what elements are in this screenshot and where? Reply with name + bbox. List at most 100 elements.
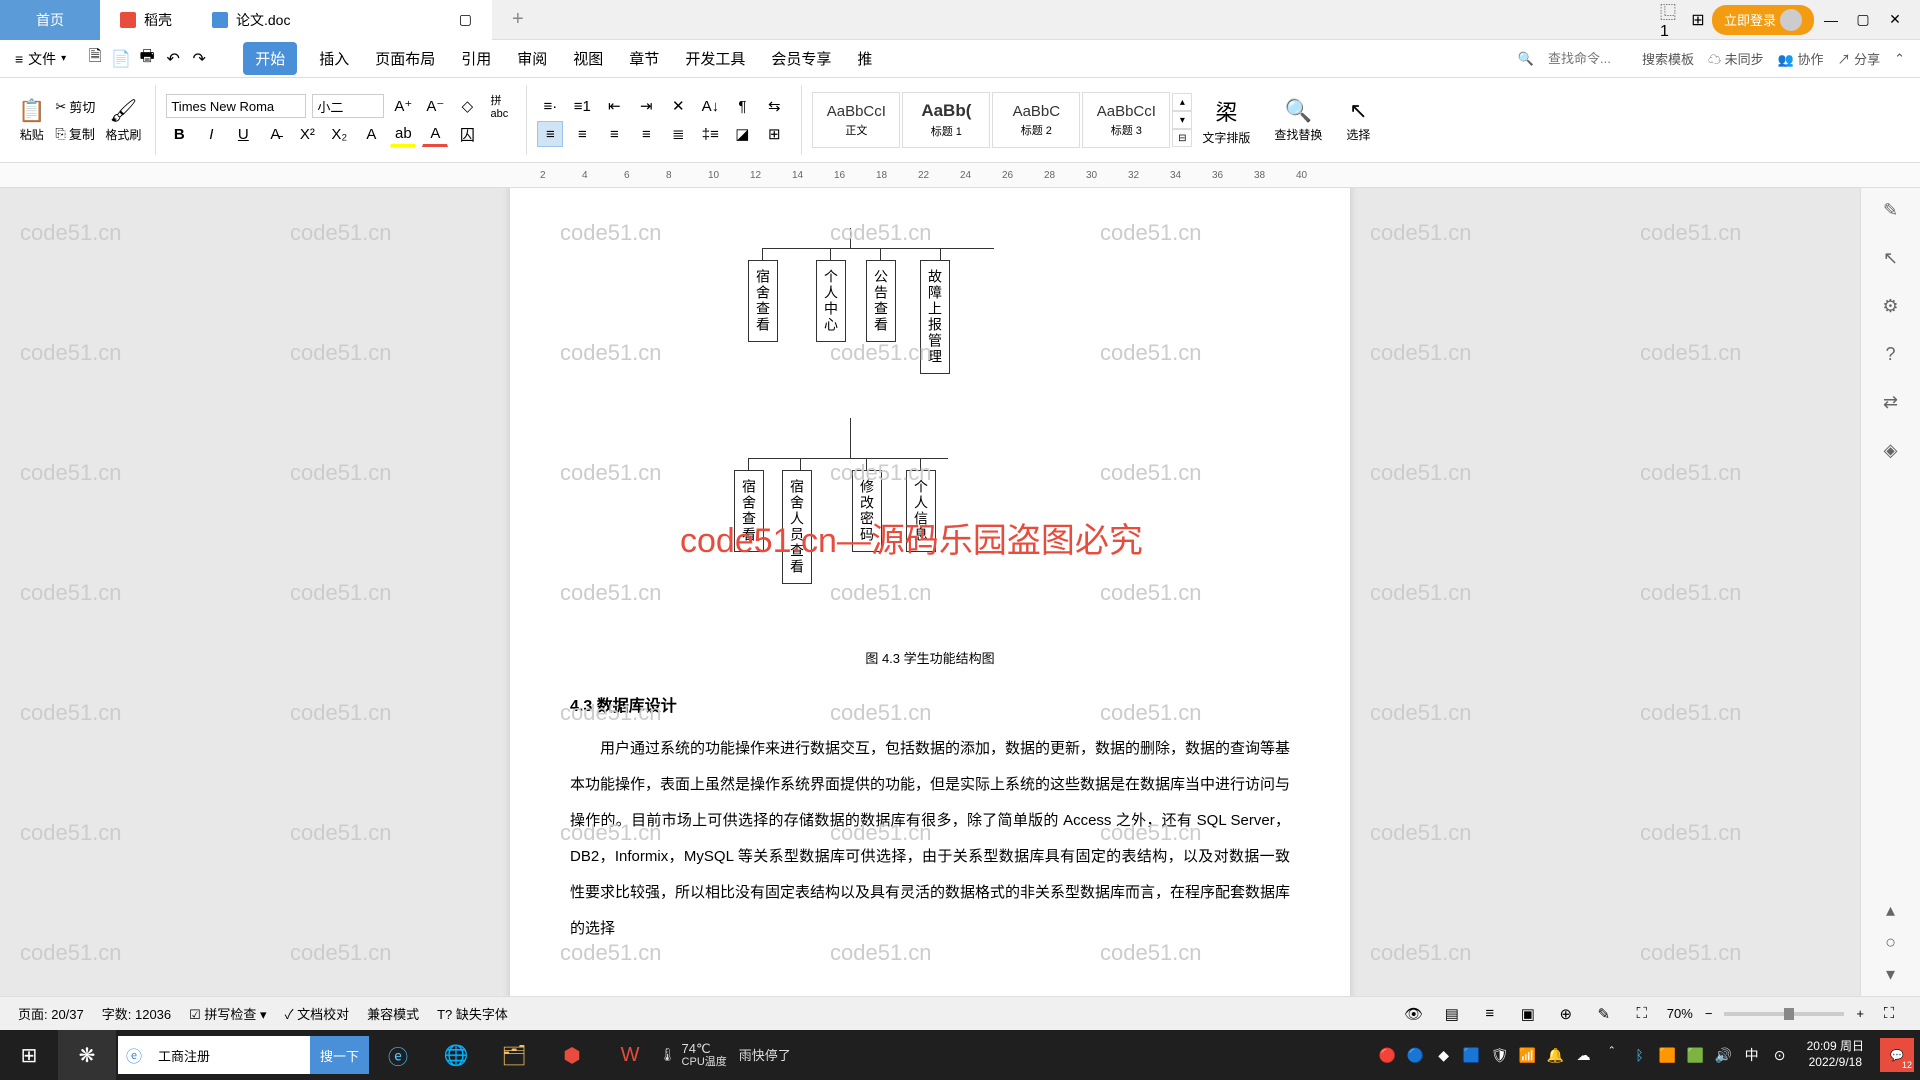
tray-bell-icon[interactable]: 🔔 [1545, 1047, 1567, 1064]
shading-button[interactable]: ◪ [729, 121, 755, 147]
scroll-page-icon[interactable]: ○ [1877, 928, 1905, 956]
view-page-icon[interactable]: ▤ [1439, 1001, 1465, 1027]
tab-more[interactable]: 推 [853, 42, 876, 75]
app-icon[interactable]: ⬢ [543, 1030, 601, 1080]
copy-button[interactable]: ⎘ 复制 [51, 122, 99, 145]
taskbar-search[interactable]: ⓔ 搜一下 [118, 1036, 369, 1074]
tray-icon[interactable]: ◆ [1433, 1047, 1455, 1064]
settings-icon[interactable]: ⚙ [1877, 292, 1905, 320]
view-read-icon[interactable]: ▣ [1515, 1001, 1541, 1027]
bullets-button[interactable]: ≡· [537, 93, 563, 119]
increase-font-icon[interactable]: A⁺ [390, 93, 416, 119]
spellcheck-toggle[interactable]: ☑ 拼写检查 ▾ [189, 1004, 266, 1023]
pen-icon[interactable]: ✎ [1877, 196, 1905, 224]
chrome-icon[interactable]: 🌐 [427, 1030, 485, 1080]
text-layout-button[interactable]: 鿄文字排版 [1202, 95, 1250, 146]
style-normal[interactable]: AaBbCcI正文 [812, 92, 900, 148]
sync-status[interactable]: ☁ 未同步 [1708, 49, 1764, 68]
word-count[interactable]: 字数: 12036 [102, 1004, 171, 1023]
tab-detach-icon[interactable]: ▢ [459, 11, 472, 28]
styles-gallery[interactable]: AaBbCcI正文 AaBb(标题 1 AaBbC标题 2 AaBbCcI标题 … [812, 92, 1192, 148]
tray-shield-icon[interactable]: 🛡 [1489, 1047, 1511, 1064]
document-area[interactable]: 宿舍查看 个人中心 公告查看 故障上报管理 宿舍查看 宿舍人员查看 修改密码 个… [0, 188, 1860, 1030]
tab-member[interactable]: 会员专享 [767, 42, 835, 75]
ruler[interactable]: 2468101214161822242628303234363840 [0, 163, 1920, 188]
tag-icon[interactable]: ◈ [1877, 436, 1905, 464]
tab-references[interactable]: 引用 [457, 42, 495, 75]
tray-icon[interactable]: 🟩 [1685, 1047, 1707, 1064]
superscript-button[interactable]: X² [294, 121, 320, 147]
save-icon[interactable]: 🗎 [83, 47, 107, 71]
undo-icon[interactable]: ↶ [161, 47, 185, 71]
tray-bluetooth-icon[interactable]: ᛒ [1629, 1047, 1651, 1063]
login-button[interactable]: 立即登录 [1712, 5, 1814, 35]
tab-start[interactable]: 开始 [243, 42, 297, 75]
format-painter-button[interactable]: 🖌格式刷 [105, 98, 141, 143]
copilot-icon[interactable]: ❋ [58, 1030, 116, 1080]
redo-icon[interactable]: ↷ [187, 47, 211, 71]
font-color-button[interactable]: A [422, 121, 448, 147]
clear-format-icon[interactable]: ◇ [454, 93, 480, 119]
wps-icon[interactable]: W [601, 1030, 659, 1080]
style-nav[interactable]: ▴▾⊟ [1172, 93, 1192, 147]
taskbar-search-button[interactable]: 搜一下 [310, 1036, 369, 1074]
line-spacing-button[interactable]: ‡≡ [697, 121, 723, 147]
tray-icon[interactable]: 🟦 [1461, 1047, 1483, 1064]
tab-new[interactable]: + [492, 0, 544, 40]
tray-ime-icon[interactable]: 中 [1741, 1045, 1763, 1065]
edge-icon[interactable]: ⓔ [369, 1030, 427, 1080]
tab-devtools[interactable]: 开发工具 [681, 42, 749, 75]
asian-layout-button[interactable]: ✕ [665, 93, 691, 119]
tab-insert[interactable]: 插入 [315, 42, 353, 75]
view-web-icon[interactable]: ⊕ [1553, 1001, 1579, 1027]
strike-button[interactable]: A̵ [262, 121, 288, 147]
coop-button[interactable]: 👥 协作 [1778, 49, 1824, 68]
tray-icon[interactable]: 🔴 [1377, 1047, 1399, 1064]
eye-icon[interactable]: 👁 [1401, 1001, 1427, 1027]
taskbar-weather[interactable]: 🌡 74℃ CPU温度 雨快停了 [659, 1042, 791, 1068]
tray-cloud-icon[interactable]: ☁ [1573, 1047, 1595, 1064]
tab-chapter[interactable]: 章节 [625, 42, 663, 75]
borders-button[interactable]: ⊞ [761, 121, 787, 147]
numbering-button[interactable]: ≡1 [569, 93, 595, 119]
distribute-button[interactable]: ≣ [665, 121, 691, 147]
explorer-icon[interactable]: 🗂 [485, 1030, 543, 1080]
search-command-input[interactable] [1548, 51, 1628, 66]
print-preview-icon[interactable]: 📄 [109, 47, 133, 71]
decrease-font-icon[interactable]: A⁻ [422, 93, 448, 119]
bold-button[interactable]: B [166, 121, 192, 147]
find-replace-button[interactable]: 🔍查找替换 [1274, 98, 1322, 143]
start-button[interactable]: ⊞ [0, 1030, 58, 1080]
tab-home[interactable]: 首页 [0, 0, 100, 40]
tab-document[interactable]: 论文.doc▢ [192, 0, 492, 40]
select-button[interactable]: ↖选择 [1346, 98, 1370, 143]
text-effects-button[interactable]: A [358, 121, 384, 147]
scroll-up-icon[interactable]: ▴ [1877, 896, 1905, 924]
search-icon[interactable]: 🔍 [1518, 51, 1534, 67]
italic-button[interactable]: I [198, 121, 224, 147]
font-name-select[interactable] [166, 94, 306, 118]
tray-icon[interactable]: 🟧 [1657, 1047, 1679, 1064]
tray-volume-icon[interactable]: 🔊 [1713, 1047, 1735, 1064]
phonetic-icon[interactable]: 拼abc [486, 93, 512, 119]
align-center-button[interactable]: ≡ [569, 121, 595, 147]
file-menu[interactable]: 文件 [28, 49, 56, 69]
tab-view[interactable]: 视图 [569, 42, 607, 75]
paste-button[interactable]: 📋粘贴 [18, 98, 45, 143]
highlight-button[interactable]: ab [390, 121, 416, 147]
underline-button[interactable]: U [230, 121, 256, 147]
subscript-button[interactable]: X₂ [326, 121, 352, 147]
tabs-button[interactable]: ⇆ [761, 93, 787, 119]
missing-fonts[interactable]: T? 缺失字体 [437, 1004, 508, 1023]
minimize-button[interactable]: — [1816, 5, 1846, 35]
reading-mode-icon[interactable]: ⿺1 [1660, 8, 1684, 32]
zoom-slider[interactable] [1724, 1012, 1844, 1016]
tray-chevron-icon[interactable]: ＾ [1601, 1045, 1623, 1065]
edit-icon[interactable]: ✎ [1591, 1001, 1617, 1027]
zoom-fit-icon[interactable]: ⛶ [1629, 1001, 1655, 1027]
view-outline-icon[interactable]: ≡ [1477, 1001, 1503, 1027]
tray-wifi-icon[interactable]: 📶 [1517, 1047, 1539, 1064]
show-marks-button[interactable]: ¶ [729, 93, 755, 119]
share-button[interactable]: ↗ 分享 [1837, 49, 1880, 68]
tab-docke[interactable]: 稻壳 [100, 0, 192, 40]
